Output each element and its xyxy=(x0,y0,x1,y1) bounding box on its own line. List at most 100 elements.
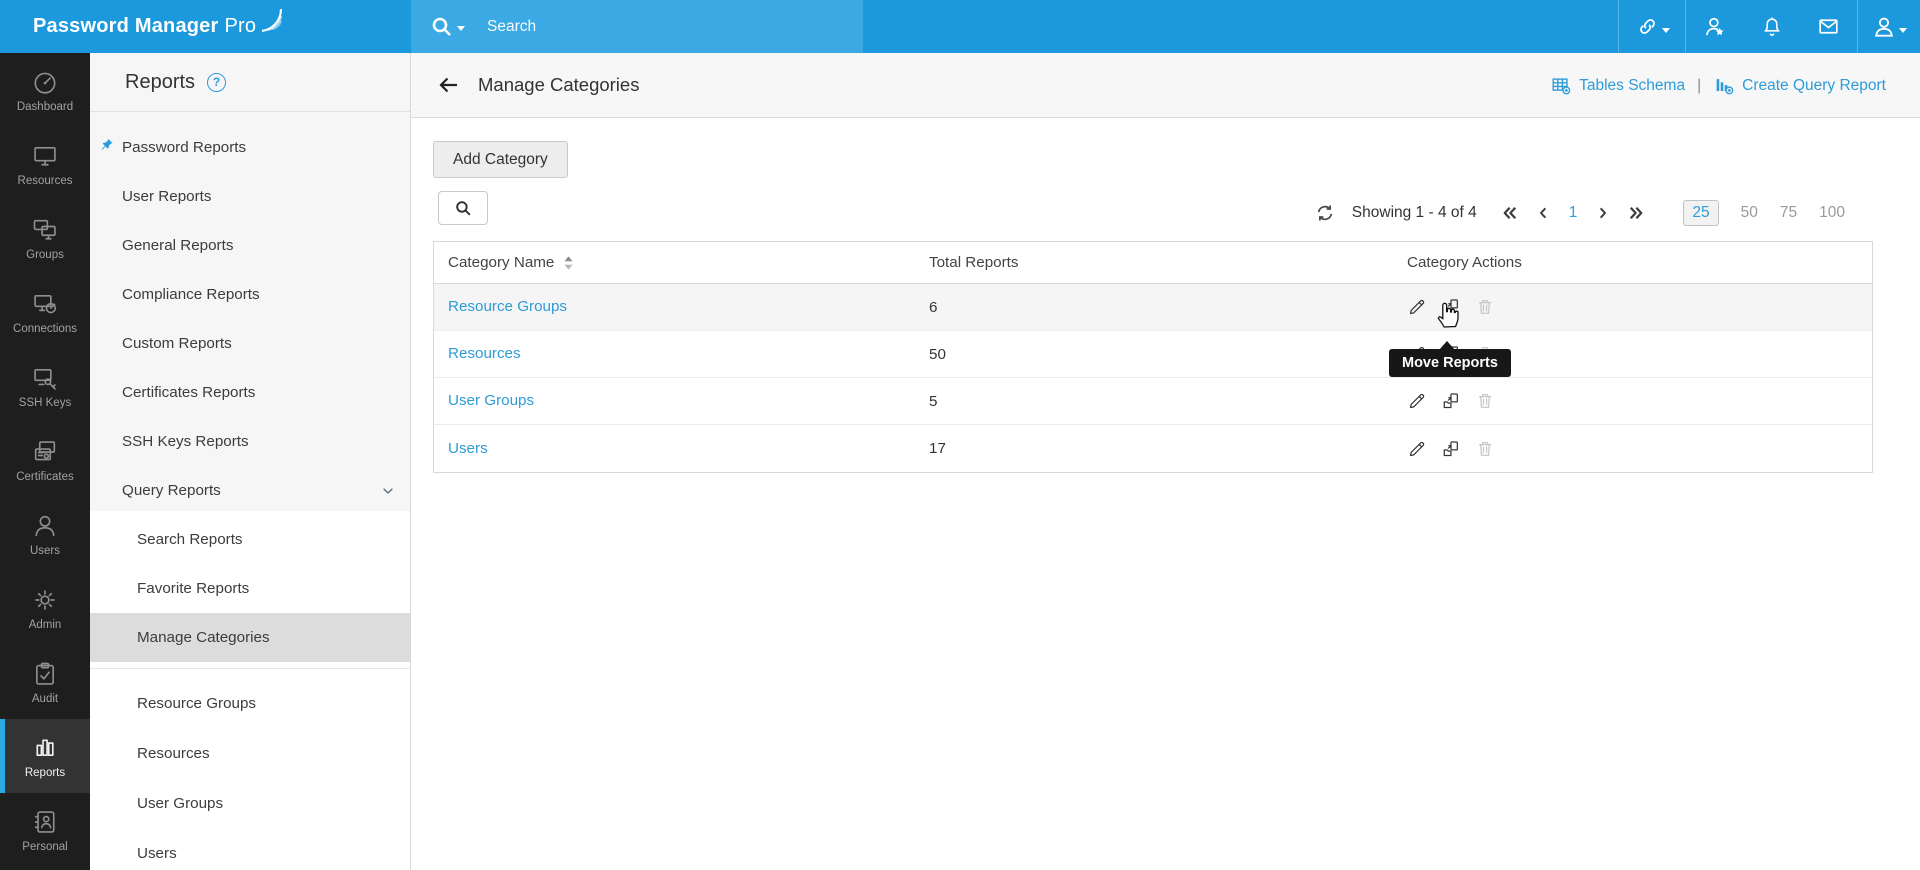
pin-icon xyxy=(99,137,116,154)
reports-nav-ssh-keys-reports[interactable]: SSH Keys Reports xyxy=(90,417,410,466)
first-page-icon[interactable] xyxy=(1501,204,1519,222)
back-arrow-icon[interactable] xyxy=(437,73,461,97)
header-links: Tables Schema | Create Query Report xyxy=(1550,53,1886,118)
reports-nav-label: Query Reports xyxy=(122,482,221,499)
rail-item-label: Users xyxy=(29,544,61,557)
rail-item-connections[interactable]: Connections xyxy=(0,275,90,349)
chevron-down-icon[interactable] xyxy=(380,483,396,499)
rail-item-label: Personal xyxy=(22,840,68,853)
rail-item-audit[interactable]: Audit xyxy=(0,645,90,719)
reports-nav-user-groups[interactable]: User Groups xyxy=(90,778,410,828)
sort-icon[interactable] xyxy=(562,255,575,271)
current-page-number[interactable]: 1 xyxy=(1569,204,1578,222)
move-reports-icon[interactable] xyxy=(1441,439,1461,459)
table-row-user-groups: User Groups 5 xyxy=(434,378,1872,425)
tables-schema-label: Tables Schema xyxy=(1579,76,1686,94)
create-query-report-icon xyxy=(1713,75,1735,97)
notification-bell-icon[interactable] xyxy=(1744,0,1799,53)
main-content: Manage Categories Tables Schema | Create… xyxy=(411,53,1920,870)
move-reports-icon[interactable] xyxy=(1441,391,1461,411)
reports-nav-resource-groups[interactable]: Resource Groups xyxy=(90,678,410,728)
reports-nav-favorite-reports[interactable]: Favorite Reports xyxy=(90,564,410,613)
reports-nav-query-reports[interactable]: Query Reports xyxy=(90,466,410,515)
rail-item-certificates[interactable]: Certificates xyxy=(0,423,90,497)
column-category-actions: Category Actions xyxy=(1407,254,1522,271)
dropdown-caret-icon xyxy=(1899,28,1907,33)
resource-link-icon[interactable] xyxy=(1619,0,1685,53)
next-page-icon[interactable] xyxy=(1595,205,1611,221)
app-logo: Password Manager Pro xyxy=(33,0,284,53)
monitor-icon xyxy=(31,142,59,170)
rail-item-personal[interactable]: Personal xyxy=(0,793,90,867)
reports-nav-label: User Groups xyxy=(137,794,224,812)
add-category-button[interactable]: Add Category xyxy=(433,141,568,178)
rail-item-ssh-keys[interactable]: SSH Keys xyxy=(0,349,90,423)
category-link[interactable]: Resources xyxy=(434,345,521,362)
rail-item-groups[interactable]: Groups xyxy=(0,201,90,275)
table-body: Resource Groups 6 Resources 50 User Groups 5 U… xyxy=(434,284,1872,472)
rail-item-admin[interactable]: Admin xyxy=(0,571,90,645)
user-icon xyxy=(31,512,59,540)
reports-nav-password-reports[interactable]: Password Reports xyxy=(90,123,410,172)
account-icon[interactable] xyxy=(1858,0,1920,53)
reports-nav-compliance-reports[interactable]: Compliance Reports xyxy=(90,270,410,319)
page-size-100[interactable]: 100 xyxy=(1819,204,1845,222)
rail-item-users[interactable]: Users xyxy=(0,497,90,571)
page-size-75[interactable]: 75 xyxy=(1780,204,1797,222)
mail-icon[interactable] xyxy=(1799,0,1857,53)
reports-nav-label: Resources xyxy=(137,744,210,762)
category-link[interactable]: Resource Groups xyxy=(434,298,567,315)
refresh-icon[interactable] xyxy=(1314,202,1336,224)
move-reports-tooltip: Move Reports xyxy=(1389,341,1511,377)
reports-nav-manage-categories[interactable]: Manage Categories xyxy=(90,613,410,662)
search-scope-caret-icon[interactable] xyxy=(457,26,465,31)
page-size-50[interactable]: 50 xyxy=(1741,204,1758,222)
reports-nav-resources[interactable]: Resources xyxy=(90,728,410,778)
search-icon xyxy=(455,200,471,216)
rail-item-label: Connections xyxy=(13,322,77,335)
column-category-name[interactable]: Category Name xyxy=(434,254,929,271)
table-row-resources: Resources 50 xyxy=(434,331,1872,378)
last-page-icon[interactable] xyxy=(1627,204,1645,222)
category-link[interactable]: User Groups xyxy=(434,392,534,409)
search-placeholder: Search xyxy=(487,17,537,35)
table-search-button[interactable] xyxy=(438,191,488,225)
rail-item-label: SSH Keys xyxy=(18,396,72,409)
sidebar-sub-list: Search Reports Favorite Reports Manage Cat… xyxy=(90,515,410,662)
category-actions xyxy=(1407,391,1872,411)
create-query-report-link[interactable]: Create Query Report xyxy=(1713,75,1886,97)
user-star-icon[interactable] xyxy=(1686,0,1744,53)
move-reports-icon[interactable] xyxy=(1441,297,1461,317)
reports-nav-user-reports[interactable]: User Reports xyxy=(90,172,410,221)
reports-nav-label: Password Reports xyxy=(122,139,247,156)
rail-item-label: Certificates xyxy=(16,470,74,483)
reports-nav-custom-reports[interactable]: Custom Reports xyxy=(90,319,410,368)
edit-icon[interactable] xyxy=(1407,297,1427,317)
sidebar-top-list: Password Reports User Reports General Repo… xyxy=(90,123,410,515)
reports-nav-certificates-reports[interactable]: Certificates Reports xyxy=(90,368,410,417)
page-size-25[interactable]: 25 xyxy=(1683,200,1719,226)
edit-icon[interactable] xyxy=(1407,439,1427,459)
reports-nav-search-reports[interactable]: Search Reports xyxy=(90,515,410,564)
rail-item-resources[interactable]: Resources xyxy=(0,127,90,201)
logo-swoosh-icon xyxy=(258,5,284,33)
reports-nav-label: Manage Categories xyxy=(137,629,270,646)
reports-nav-general-reports[interactable]: General Reports xyxy=(90,221,410,270)
links-separator: | xyxy=(1697,76,1702,94)
trash-icon xyxy=(1475,391,1495,411)
edit-icon[interactable] xyxy=(1407,391,1427,411)
rail-item-reports[interactable]: Reports xyxy=(0,719,90,793)
help-icon[interactable]: ? xyxy=(207,72,227,92)
reports-nav-label: Compliance Reports xyxy=(122,286,260,303)
global-search-bar[interactable]: Search xyxy=(411,0,863,53)
page-header: Manage Categories Tables Schema | Create… xyxy=(411,53,1920,118)
tables-schema-link[interactable]: Tables Schema xyxy=(1550,75,1685,97)
total-reports-value: 50 xyxy=(929,345,946,363)
reports-nav-label: Certificates Reports xyxy=(122,384,256,401)
rail-item-label: Dashboard xyxy=(16,100,74,113)
rail-item-dashboard[interactable]: Dashboard xyxy=(0,53,90,127)
reports-nav-label: Search Reports xyxy=(137,531,243,548)
category-link[interactable]: Users xyxy=(434,440,488,457)
reports-nav-users[interactable]: Users xyxy=(90,828,410,870)
previous-page-icon[interactable] xyxy=(1535,205,1551,221)
